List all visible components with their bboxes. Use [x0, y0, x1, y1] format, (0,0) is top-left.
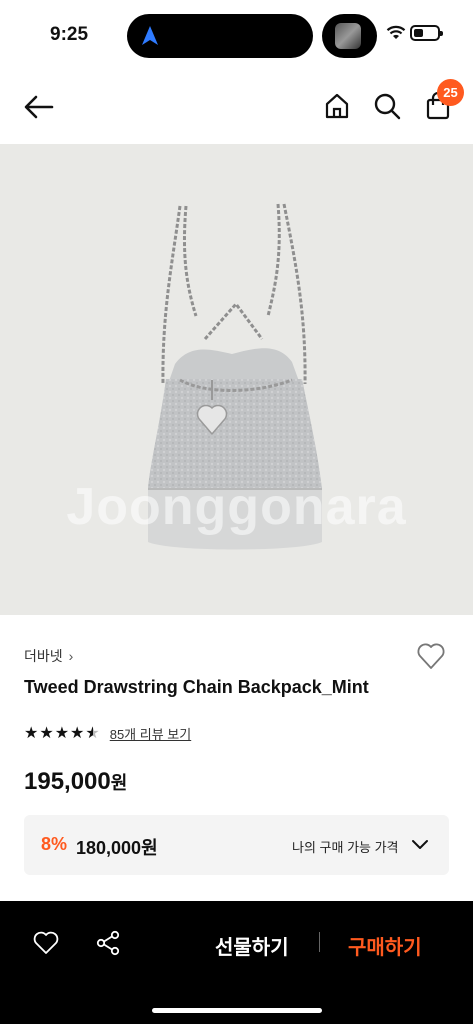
battery-icon: [410, 25, 443, 41]
navigation-arrow-icon: [142, 26, 158, 45]
media-activity: [322, 14, 377, 58]
gift-button[interactable]: 선물하기: [215, 931, 289, 960]
discount-label: 나의 구매 가능 가격: [292, 840, 399, 855]
discount-rate: 8%: [41, 834, 68, 854]
half-star-icon: ★: [85, 724, 100, 742]
home-indicator: [152, 1008, 322, 1013]
dynamic-island: [127, 14, 313, 58]
wishlist-heart-icon[interactable]: [416, 642, 446, 670]
rating-row: ★ ★ ★ ★ ★ 85개 리뷰 보기: [24, 724, 191, 743]
chevron-right-icon: ›: [68, 648, 74, 664]
bottom-action-bar: 선물하기 구매하기: [0, 901, 473, 1024]
watermark: Joonggonara: [66, 478, 407, 536]
search-icon[interactable]: [373, 92, 401, 120]
heart-icon[interactable]: [33, 931, 59, 955]
product-title: Tweed Drawstring Chain Backpack_Mint: [24, 677, 369, 697]
star-rating: ★ ★ ★ ★ ★: [24, 724, 100, 742]
star-icon: ★: [70, 724, 85, 742]
brand-link[interactable]: 더바넷 ›: [24, 646, 73, 666]
star-icon: ★: [39, 724, 54, 742]
home-icon[interactable]: [323, 92, 351, 120]
discount-price: 180,000원: [76, 838, 158, 858]
wifi-icon: [386, 25, 406, 39]
status-bar: 9:25: [0, 0, 473, 70]
share-icon[interactable]: [95, 930, 121, 956]
star-icon: ★: [24, 724, 39, 742]
star-icon: ★: [54, 724, 70, 742]
chevron-down-icon[interactable]: [410, 837, 430, 853]
review-link[interactable]: 85개 리뷰 보기: [110, 724, 191, 743]
buy-button[interactable]: 구매하기: [348, 931, 422, 960]
back-arrow-icon[interactable]: [22, 90, 56, 124]
original-price: 195,000원: [24, 768, 128, 795]
divider: [319, 932, 320, 952]
backpack-illustration: [148, 203, 322, 550]
brand-name: 더바넷: [24, 648, 63, 664]
app-header: 25: [0, 70, 473, 144]
media-thumbnail: [335, 23, 361, 49]
status-time: 9:25: [50, 24, 89, 45]
cart-count-badge: 25: [437, 79, 464, 106]
discount-price-panel[interactable]: 8% 180,000원 나의 구매 가능 가격: [24, 815, 449, 875]
product-image[interactable]: Joonggonara: [0, 144, 473, 615]
